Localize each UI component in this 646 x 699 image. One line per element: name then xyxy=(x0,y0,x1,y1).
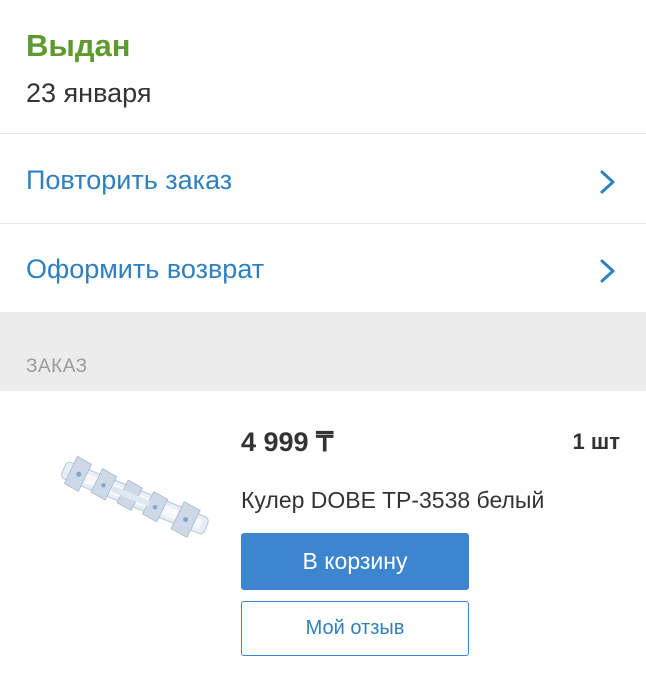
order-status-title: Выдан xyxy=(26,28,131,63)
cooler-product-image[interactable] xyxy=(50,453,220,543)
order-status-date: 23 января xyxy=(26,78,152,108)
order-product-item: 4 999 ₸ 1 шт Кулер DOBE TP-3538 белый В … xyxy=(0,391,646,699)
repeat-order-row[interactable]: Повторить заказ xyxy=(0,135,646,224)
return-order-label: Оформить возврат xyxy=(26,254,265,284)
product-price: 4 999 ₸ xyxy=(241,427,334,457)
chevron-right-icon xyxy=(600,259,615,283)
order-section-header: ЗАКАЗ xyxy=(0,312,646,391)
order-status-block: Выдан 23 января xyxy=(0,0,646,134)
my-review-button[interactable]: Мой отзыв xyxy=(241,601,469,656)
product-name[interactable]: Кулер DOBE TP-3538 белый xyxy=(241,487,544,514)
order-section-label: ЗАКАЗ xyxy=(26,356,88,377)
return-order-row[interactable]: Оформить возврат xyxy=(0,224,646,313)
add-to-cart-button[interactable]: В корзину xyxy=(241,533,469,590)
product-quantity: 1 шт xyxy=(572,429,620,454)
repeat-order-label: Повторить заказ xyxy=(26,165,233,195)
chevron-right-icon xyxy=(600,170,615,194)
